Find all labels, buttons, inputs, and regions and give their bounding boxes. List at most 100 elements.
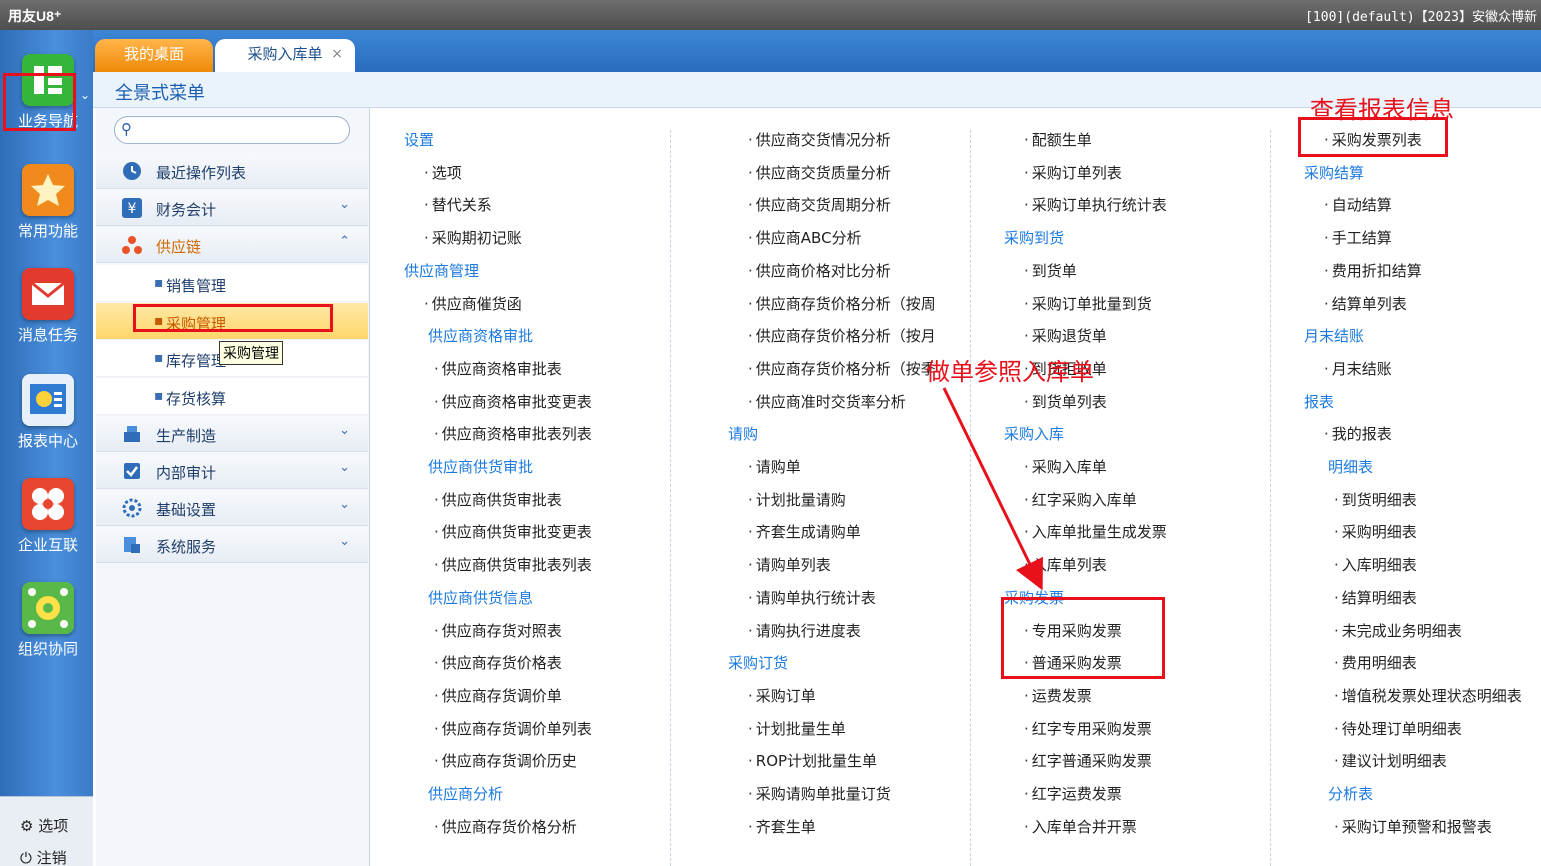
menu-item[interactable]: 结算明细表 [1334,586,1417,610]
menu-group-header[interactable]: 供应商资格审批 [428,324,533,348]
menu-item[interactable]: 采购退货单 [1024,324,1107,348]
menu-item[interactable]: 结算单列表 [1324,292,1407,316]
tree-supply-chain[interactable]: 供应链 ⌃ [96,227,368,263]
menu-item[interactable]: 自动结算 [1324,193,1392,217]
menu-item[interactable]: 采购明细表 [1334,520,1417,544]
tree-internal-audit[interactable]: 内部审计 ⌄ [96,453,368,489]
menu-item[interactable]: 运费发票 [1024,684,1092,708]
tree-sub-sales[interactable]: ▪ 销售管理 [96,265,368,302]
tree-financial-accounting[interactable]: ¥ 财务会计 ⌄ [96,190,368,226]
menu-item[interactable]: 红字专用采购发票 [1024,717,1152,741]
menu-item[interactable]: 请购执行进度表 [748,619,861,643]
menu-item[interactable]: 供应商存货价格分析（按月 [748,324,936,348]
rail-enterprise-connect[interactable]: 企业互联 [8,478,88,555]
menu-item[interactable]: 红字运费发票 [1024,782,1122,806]
close-icon[interactable]: × [331,39,343,69]
menu-item[interactable]: 供应商存货对照表 [434,619,562,643]
menu-item[interactable]: 采购入库单 [1024,455,1107,479]
menu-item[interactable]: 待处理订单明细表 [1334,717,1462,741]
tab-my-desktop[interactable]: 我的桌面 [95,39,213,72]
menu-item[interactable]: 红字采购入库单 [1024,488,1137,512]
menu-item[interactable]: 供应商存货价格表 [434,651,562,675]
menu-item[interactable]: 供应商供货审批表列表 [434,553,592,577]
tab-purchase-receipt[interactable]: 采购入库单 × [215,39,355,72]
menu-group-header[interactable]: 明细表 [1328,455,1373,479]
menu-item[interactable]: 供应商供货审批变更表 [434,520,592,544]
menu-item[interactable]: 采购订单列表 [1024,161,1122,185]
menu-item[interactable]: 红字普通采购发票 [1024,749,1152,773]
menu-item[interactable]: 替代关系 [424,193,492,217]
menu-item[interactable]: 请购单执行统计表 [748,586,876,610]
menu-item[interactable]: 采购订单预警和报警表 [1334,815,1492,839]
menu-item[interactable]: 采购订单 [748,684,816,708]
menu-group-header[interactable]: 供应商供货信息 [428,586,533,610]
tree-manufacturing[interactable]: 生产制造 ⌄ [96,416,368,452]
menu-item[interactable]: 入库单合并开票 [1024,815,1137,839]
menu-item[interactable]: 供应商存货调价历史 [434,749,577,773]
menu-item[interactable]: 供应商交货周期分析 [748,193,891,217]
menu-group-header[interactable]: 采购订货 [728,651,788,675]
menu-item[interactable]: 费用明细表 [1334,651,1417,675]
menu-item[interactable]: 供应商价格对比分析 [748,259,891,283]
menu-item[interactable]: 采购请购单批量订货 [748,782,891,806]
menu-item[interactable]: 入库明细表 [1334,553,1417,577]
rail-common-functions[interactable]: 常用功能 [8,164,88,241]
menu-item[interactable]: 供应商存货价格分析（按周 [748,292,936,316]
menu-item[interactable]: 手工结算 [1324,226,1392,250]
menu-item[interactable]: 供应商资格审批变更表 [434,390,592,414]
tree-basic-settings[interactable]: 基础设置 ⌄ [96,490,368,526]
menu-item[interactable]: 月末结账 [1324,357,1392,381]
menu-item[interactable]: ROP计划批量生单 [748,749,877,773]
tree-sub-costing[interactable]: ▪ 存货核算 [96,378,368,415]
menu-item[interactable]: 采购订单批量到货 [1024,292,1152,316]
menu-item[interactable]: 我的报表 [1324,422,1392,446]
menu-item[interactable]: 到货明细表 [1334,488,1417,512]
menu-item[interactable]: 到货单列表 [1024,390,1107,414]
menu-group-header[interactable]: 供应商管理 [404,259,479,283]
tree-system-services[interactable]: 系统服务 ⌄ [96,527,368,563]
menu-item[interactable]: 供应商ABC分析 [748,226,862,250]
logout-button[interactable]: ⏻ 注销 [20,847,67,866]
menu-item[interactable]: 配额生单 [1024,128,1092,152]
rail-org-collaboration[interactable]: 组织协同 [8,582,88,659]
chevron-down-icon[interactable]: ⌄ [80,88,90,102]
menu-group-header[interactable]: 采购入库 [1004,422,1064,446]
menu-item[interactable]: 供应商供货审批表 [434,488,562,512]
rail-report-center[interactable]: 报表中心 [8,374,88,451]
menu-group-header[interactable]: 采购结算 [1304,161,1364,185]
menu-item[interactable]: 供应商存货价格分析（按季 [748,357,936,381]
menu-item[interactable]: 采购期初记账 [424,226,522,250]
options-button[interactable]: ⚙ 选项 [20,815,68,836]
menu-item[interactable]: 供应商存货价格分析 [434,815,577,839]
menu-item[interactable]: 增值税发票处理状态明细表 [1334,684,1522,708]
menu-group-header[interactable]: 设置 [404,128,434,152]
menu-item[interactable]: 供应商交货情况分析 [748,128,891,152]
menu-item[interactable]: 供应商交货质量分析 [748,161,891,185]
menu-item[interactable]: 齐套生单 [748,815,816,839]
menu-item[interactable]: 未完成业务明细表 [1334,619,1462,643]
menu-item[interactable]: 计划批量请购 [748,488,846,512]
search-box[interactable]: ⚲ [114,116,350,144]
menu-group-header[interactable]: 报表 [1304,390,1334,414]
menu-item[interactable]: 齐套生成请购单 [748,520,861,544]
menu-item[interactable]: 供应商准时交货率分析 [748,390,906,414]
menu-item[interactable]: 到货单 [1024,259,1077,283]
menu-group-header[interactable]: 分析表 [1328,782,1373,806]
menu-item[interactable]: 采购订单执行统计表 [1024,193,1167,217]
tree-recent-operations[interactable]: 最近操作列表 [96,153,368,189]
menu-item[interactable]: 入库单批量生成发票 [1024,520,1167,544]
menu-group-header[interactable]: 供应商供货审批 [428,455,533,479]
menu-item[interactable]: 请购单列表 [748,553,831,577]
menu-item[interactable]: 计划批量生单 [748,717,846,741]
menu-item[interactable]: 供应商资格审批表 [434,357,562,381]
menu-item[interactable]: 供应商资格审批表列表 [434,422,592,446]
menu-item[interactable]: 费用折扣结算 [1324,259,1422,283]
menu-group-header[interactable]: 供应商分析 [428,782,503,806]
rail-messages[interactable]: 消息任务 [8,268,88,345]
menu-item[interactable]: 入库单列表 [1024,553,1107,577]
menu-item[interactable]: 请购单 [748,455,801,479]
menu-group-header[interactable]: 请购 [728,422,758,446]
menu-group-header[interactable]: 采购到货 [1004,226,1064,250]
menu-group-header[interactable]: 月末结账 [1304,324,1364,348]
menu-item[interactable]: 供应商存货调价单 [434,684,562,708]
